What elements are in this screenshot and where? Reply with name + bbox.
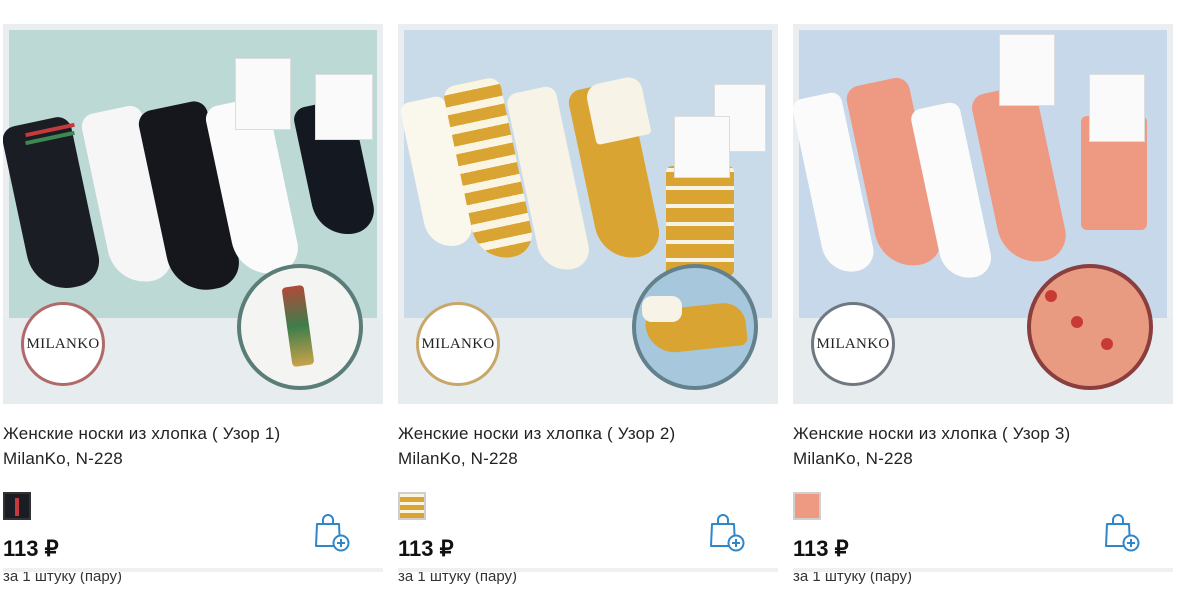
- color-swatch[interactable]: [398, 492, 426, 520]
- card-divider: [3, 568, 383, 572]
- package-tag: [315, 74, 373, 140]
- brand-logo-badge: MILANKO: [811, 302, 895, 386]
- product-title[interactable]: Женские носки из хлопка ( Узор 1) MilanK…: [3, 421, 383, 471]
- swatch-pattern: [15, 498, 19, 516]
- brand-logo-badge: MILANKO: [416, 302, 500, 386]
- package-tag: [674, 116, 730, 178]
- product-title[interactable]: Женские носки из хлопка ( Узор 3) MilanK…: [793, 421, 1173, 471]
- product-image[interactable]: MILANKO: [3, 24, 383, 404]
- detail-zoom-circle: [1027, 264, 1153, 390]
- heart-detail: [1045, 290, 1057, 302]
- sock-bundle: [666, 166, 734, 276]
- sock-detail-cuff: [642, 296, 682, 322]
- shopping-bag-add-icon: [315, 514, 350, 552]
- product-title-line: Женские носки из хлопка ( Узор 2): [398, 424, 676, 443]
- product-card[interactable]: MILANKO Женские носки из хлопка ( Узор 3…: [793, 24, 1173, 585]
- card-divider: [793, 568, 1173, 572]
- product-image[interactable]: MILANKO: [398, 24, 778, 404]
- shopping-bag-add-icon: [710, 514, 745, 552]
- detail-zoom-circle: [237, 264, 363, 390]
- brand-logo-badge: MILANKO: [21, 302, 105, 386]
- package-tag: [1089, 74, 1145, 142]
- detail-zoom-circle: [632, 264, 758, 390]
- color-swatch[interactable]: [3, 492, 31, 520]
- product-brand-line: MilanKo, N-228: [3, 449, 123, 468]
- add-to-cart-button[interactable]: [1103, 512, 1141, 552]
- product-card[interactable]: MILANKO Женские носки из хлопка ( Узор 2…: [398, 24, 778, 585]
- brand-logo-text: MILANKO: [816, 335, 890, 352]
- sock-pattern-detail: [281, 284, 315, 368]
- shopping-bag-add-icon: [1105, 514, 1140, 552]
- color-swatch[interactable]: [793, 492, 821, 520]
- brand-tag: [235, 58, 291, 130]
- brand-logo-text: MILANKO: [26, 335, 100, 352]
- heart-detail: [1071, 316, 1083, 328]
- product-title-line: Женские носки из хлопка ( Узор 3): [793, 424, 1071, 443]
- brand-logo-text: MILANKO: [421, 335, 495, 352]
- product-brand-line: MilanKo, N-228: [793, 449, 913, 468]
- product-image[interactable]: MILANKO: [793, 24, 1173, 404]
- product-card[interactable]: MILANKO Женские носки из хлопка ( Узор 1…: [3, 24, 383, 585]
- card-divider: [398, 568, 778, 572]
- swatch-fill: [795, 494, 819, 518]
- brand-tag: [999, 34, 1055, 106]
- product-title[interactable]: Женские носки из хлопка ( Узор 2) MilanK…: [398, 421, 778, 471]
- heart-detail: [1101, 338, 1113, 350]
- product-title-line: Женские носки из хлопка ( Узор 1): [3, 424, 281, 443]
- product-brand-line: MilanKo, N-228: [398, 449, 518, 468]
- add-to-cart-button[interactable]: [708, 512, 746, 552]
- swatch-fill: [400, 494, 424, 518]
- add-to-cart-button[interactable]: [313, 512, 351, 552]
